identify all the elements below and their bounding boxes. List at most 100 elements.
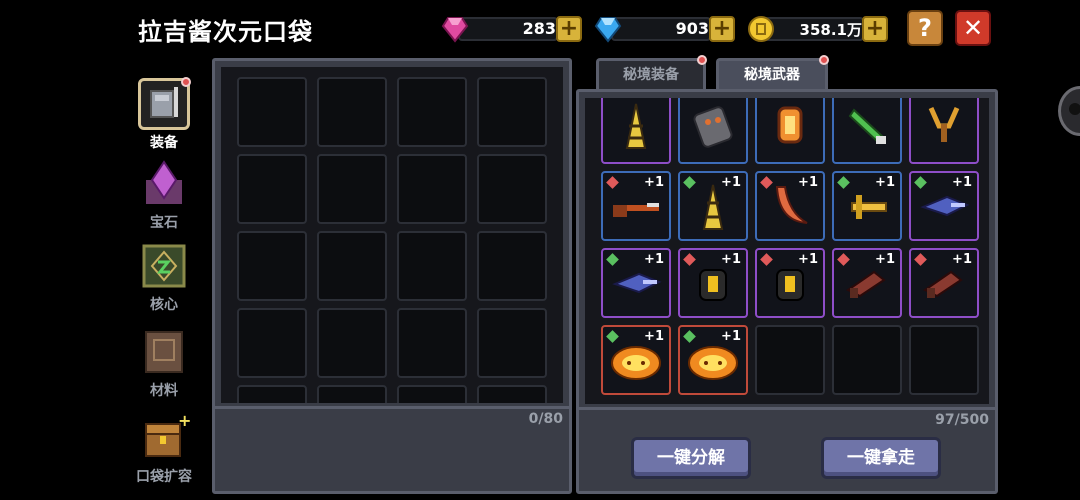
weapon-slot[interactable]: +1 (909, 171, 979, 241)
svg-text:+: + (178, 412, 190, 430)
pocket-grid[interactable] (221, 67, 563, 403)
weapon-slot[interactable]: +1 (832, 248, 902, 318)
take-all-button[interactable]: 一键拿走 (821, 437, 941, 479)
blue-gem-value: 903 (675, 19, 709, 38)
page-title: 拉吉酱次元口袋 (138, 18, 313, 46)
sidebar-item-label: 核心 (150, 297, 178, 313)
empty-slot[interactable] (237, 77, 307, 147)
chest-icon: + (138, 411, 191, 464)
empty-slot[interactable] (397, 308, 467, 378)
empty-slot[interactable] (832, 325, 902, 395)
golden-sword-icon (834, 173, 835, 174)
tab-secret-equipment[interactable]: 秘境装备 (596, 58, 706, 90)
sidebar-item-core[interactable]: 核心 (132, 240, 196, 314)
upgrade-level: +1 (875, 175, 895, 190)
upgrade-level: +1 (721, 175, 741, 190)
floating-avatar-button[interactable] (1058, 86, 1080, 136)
blue-gem-counter: 903 + (593, 14, 738, 44)
sidebar-item-equipment[interactable]: 装备 (132, 77, 196, 152)
empty-slot[interactable] (477, 231, 547, 301)
close-button[interactable]: ✕ (955, 10, 991, 46)
storage-count: 97/500 (935, 412, 989, 428)
empty-slot[interactable] (237, 154, 307, 224)
weapon-slot[interactable]: +1 (832, 171, 902, 241)
fish-gun-icon (603, 250, 604, 251)
empty-slot[interactable] (237, 231, 307, 301)
empty-slot[interactable] (397, 154, 467, 224)
gold-coin-value: 358.1万 (799, 21, 862, 39)
empty-slot[interactable] (477, 385, 547, 403)
empty-slot[interactable] (477, 308, 547, 378)
empty-slot[interactable] (397, 77, 467, 147)
upgrade-level: +1 (875, 252, 895, 267)
upgrade-level: +1 (798, 252, 818, 267)
upgrade-level: +1 (644, 329, 664, 344)
storage-panel: +1 +1 +1 +1 +1 +1 +1 +1 +1 +1 +1 +1 97/5… (576, 89, 998, 494)
pink-gem-icon (441, 17, 469, 43)
gold-coin-icon (748, 16, 774, 42)
weapon-slot[interactable]: +1 (678, 248, 748, 318)
upgrade-level: +1 (721, 329, 741, 344)
sidebar-item-label: 口袋扩容 (136, 469, 192, 485)
empty-slot[interactable] (317, 308, 387, 378)
flame-lotus-icon (603, 327, 604, 328)
pink-gem-counter: 283 + (440, 14, 585, 44)
weapon-slot[interactable]: +1 (755, 248, 825, 318)
empty-slot[interactable] (397, 385, 467, 403)
sidebar-item-label: 装备 (150, 135, 178, 151)
material-icon (138, 326, 190, 378)
weapon-slot[interactable]: +1 (909, 248, 979, 318)
notification-dot (697, 55, 707, 65)
empty-slot[interactable] (317, 231, 387, 301)
weapon-slot[interactable]: +1 (678, 325, 748, 395)
empty-slot[interactable] (397, 231, 467, 301)
add-blue-gem-button[interactable]: + (709, 16, 735, 42)
help-button[interactable]: ? (907, 10, 943, 46)
empty-slot[interactable] (477, 77, 547, 147)
fish-gun-icon (911, 173, 912, 174)
sidebar-item-label: 宝石 (150, 215, 178, 231)
upgrade-level: +1 (952, 175, 972, 190)
weapon-slot[interactable]: +1 (601, 171, 671, 241)
empty-slot[interactable] (477, 154, 547, 224)
weapon-slot[interactable] (909, 98, 979, 164)
storage-grid[interactable]: +1 +1 +1 +1 +1 +1 +1 +1 +1 +1 +1 +1 (585, 98, 989, 404)
weapon-slot[interactable] (601, 98, 671, 164)
weapon-slot[interactable] (755, 98, 825, 164)
weapon-slot[interactable]: +1 (601, 325, 671, 395)
empty-slot[interactable] (755, 325, 825, 395)
gem-icon (138, 158, 190, 210)
weapon-slot[interactable]: +1 (601, 248, 671, 318)
empty-slot[interactable] (317, 77, 387, 147)
sidebar-item-expand[interactable]: + 口袋扩容 (132, 411, 196, 486)
weapon-slot[interactable]: +1 (678, 171, 748, 241)
empty-slot[interactable] (317, 385, 387, 403)
empty-slot[interactable] (237, 385, 307, 403)
boomerang-icon (757, 173, 758, 174)
core-icon (138, 240, 190, 292)
crossbow-icon (834, 250, 835, 251)
crossbow-icon (911, 250, 912, 251)
upgrade-level: +1 (798, 175, 818, 190)
empty-slot[interactable] (317, 154, 387, 224)
weapon-slot[interactable]: +1 (755, 171, 825, 241)
pocket-count: 0/80 (528, 411, 563, 427)
add-gold-button[interactable]: + (862, 16, 888, 42)
avatar-icon (1069, 103, 1080, 115)
armor-icon (138, 77, 191, 130)
lantern-bug-icon (757, 250, 758, 251)
upgrade-level: +1 (644, 252, 664, 267)
rifle-icon (603, 173, 604, 174)
add-pink-gem-button[interactable]: + (556, 16, 582, 42)
sidebar-item-material[interactable]: 材料 (132, 326, 196, 400)
notification-dot (819, 55, 829, 65)
tab-secret-weapons[interactable]: 秘境武器 (716, 58, 828, 90)
dismantle-all-button[interactable]: 一键分解 (631, 437, 751, 479)
pink-gem-value: 283 (522, 19, 556, 38)
weapon-slot[interactable] (832, 98, 902, 164)
empty-slot[interactable] (237, 308, 307, 378)
sidebar-item-gem[interactable]: 宝石 (132, 158, 196, 232)
empty-slot[interactable] (909, 325, 979, 395)
upgrade-level: +1 (644, 175, 664, 190)
weapon-slot[interactable] (678, 98, 748, 164)
